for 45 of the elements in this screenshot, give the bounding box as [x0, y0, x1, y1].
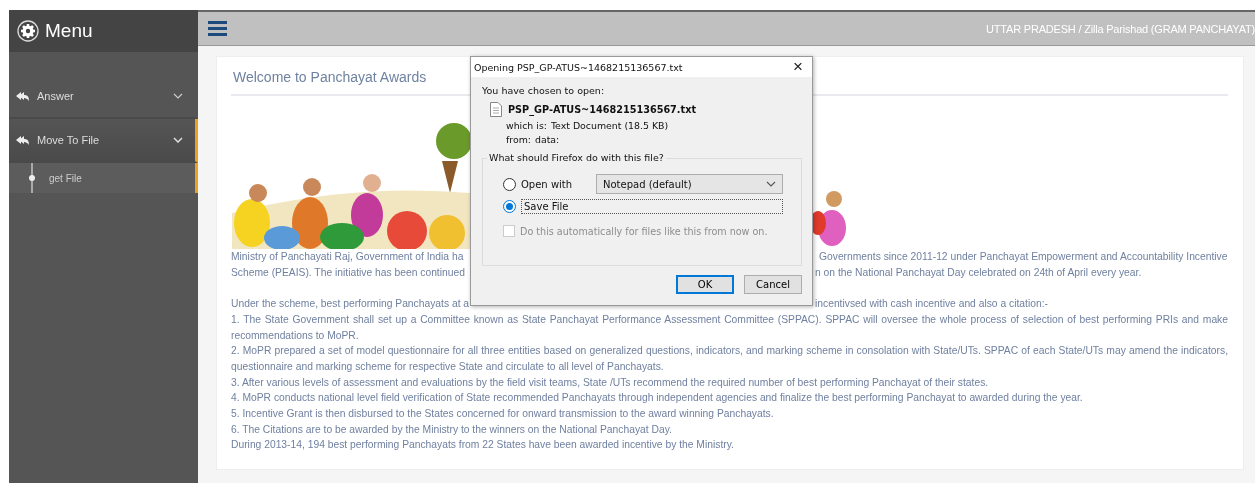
- chevron-icon: [766, 181, 776, 187]
- text-fragment: Scheme (PEAIS). The initiative has been continued: [231, 265, 465, 280]
- option-label[interactable]: Open with: [521, 178, 591, 190]
- breadcrumb: UTTAR PRADESH / Zilla Parishad (GRAM PANCHAYAT): [986, 22, 1255, 35]
- settings-icon: [17, 20, 39, 42]
- file-name: PSP_GP-ATUS~1468215136567.txt: [508, 104, 697, 115]
- text-fragment: Under the scheme, best performing Panchayats at a: [231, 297, 470, 312]
- dialog-title: Opening PSP_GP-ATUS~1468215136567.txt: [474, 61, 683, 73]
- submenu-item[interactable]: get File: [9, 163, 198, 193]
- checkbox-label: Do this automatically for files like this from now on.: [520, 225, 768, 237]
- app-dropdown[interactable]: Notepad (default): [596, 174, 783, 194]
- text-fragment: Ministry of Panchayati Raj, Government of India ha: [231, 250, 464, 264]
- menu-button[interactable]: [208, 21, 227, 36]
- text-fragment: incentivsed with cash incentive and also a citation:-: [815, 297, 1048, 312]
- chevron-icon: [173, 137, 183, 143]
- radio-button[interactable]: [503, 177, 516, 191]
- reply-icon: [15, 134, 29, 146]
- paragraph: During 2013-14, 194 best performing Panchayats from 22 States have been awarded incentive by the Ministry.: [231, 438, 735, 453]
- text-fragment: Governments since 2011-12 under Panchayat Empowerment and Accountability Incentive: [818, 250, 1228, 264]
- page-title: Welcome to Panchayat Awards: [233, 69, 427, 87]
- close-button[interactable]: ×: [784, 58, 812, 76]
- ok-button[interactable]: OK: [676, 275, 734, 294]
- sidebar-item[interactable]: Move To File: [9, 119, 198, 163]
- paragraph: 2. MoPR prepared a set of model questionnaire for all three entities based on generalized questions, indicators, and marking scheme in consolation with State/UTs. SPPAC of each State/UTs may amend the indicators, questionnaire and marking scheme for respective State and circulate to all level of Panchayats.: [231, 344, 1228, 374]
- paragraph: 4. MoPR conducts national level field verification of State recommended Panchayats through independent agencies and finalize the best performing Panchayat to awarded during the year.: [231, 391, 1084, 406]
- menu-icon: [208, 21, 227, 36]
- field-label: which is:: [506, 120, 547, 131]
- option-label[interactable]: Save File: [521, 198, 783, 214]
- radio-button[interactable]: [503, 199, 516, 213]
- text-fragment: n on the National Panchayat Day celebrated on 24th of April every year.: [815, 265, 1142, 280]
- paragraph: 5. Incentive Grant is then disbursed to the States concerned for onward transmission to the award winning Panchayats.: [231, 407, 775, 421]
- menu-title: Menu: [45, 20, 93, 42]
- paragraph: 1. The State Government shall set up a Committee known as State Panchayat Performance Assessment Committee (SPPAC). SPPAC will oversee the whole process of selection of best performing PRIs and make recommendations to MoPR.: [231, 312, 1228, 343]
- reply-icon: [15, 90, 29, 102]
- paragraph: 6. The Citations are to be awarded by the Ministry to the winners on the National Panchayat Day.: [231, 422, 673, 437]
- group-label: What should Firefox do with this file?: [487, 152, 666, 163]
- tree-line-icon: [28, 163, 36, 193]
- field-value: Text Document (18.5 KB): [550, 120, 669, 131]
- field-value: data:: [535, 134, 560, 145]
- document-icon: [490, 102, 502, 117]
- chevron-icon: [173, 93, 183, 99]
- intro-text: You have chosen to open:: [482, 85, 606, 96]
- cancel-button[interactable]: Cancel: [744, 275, 802, 294]
- paragraph: 3. After various levels of assessment and evaluations by the field visit teams, State /UTs recommend the required number of best performing Panchayat of their states.: [231, 375, 990, 390]
- field-label: from:: [506, 134, 531, 145]
